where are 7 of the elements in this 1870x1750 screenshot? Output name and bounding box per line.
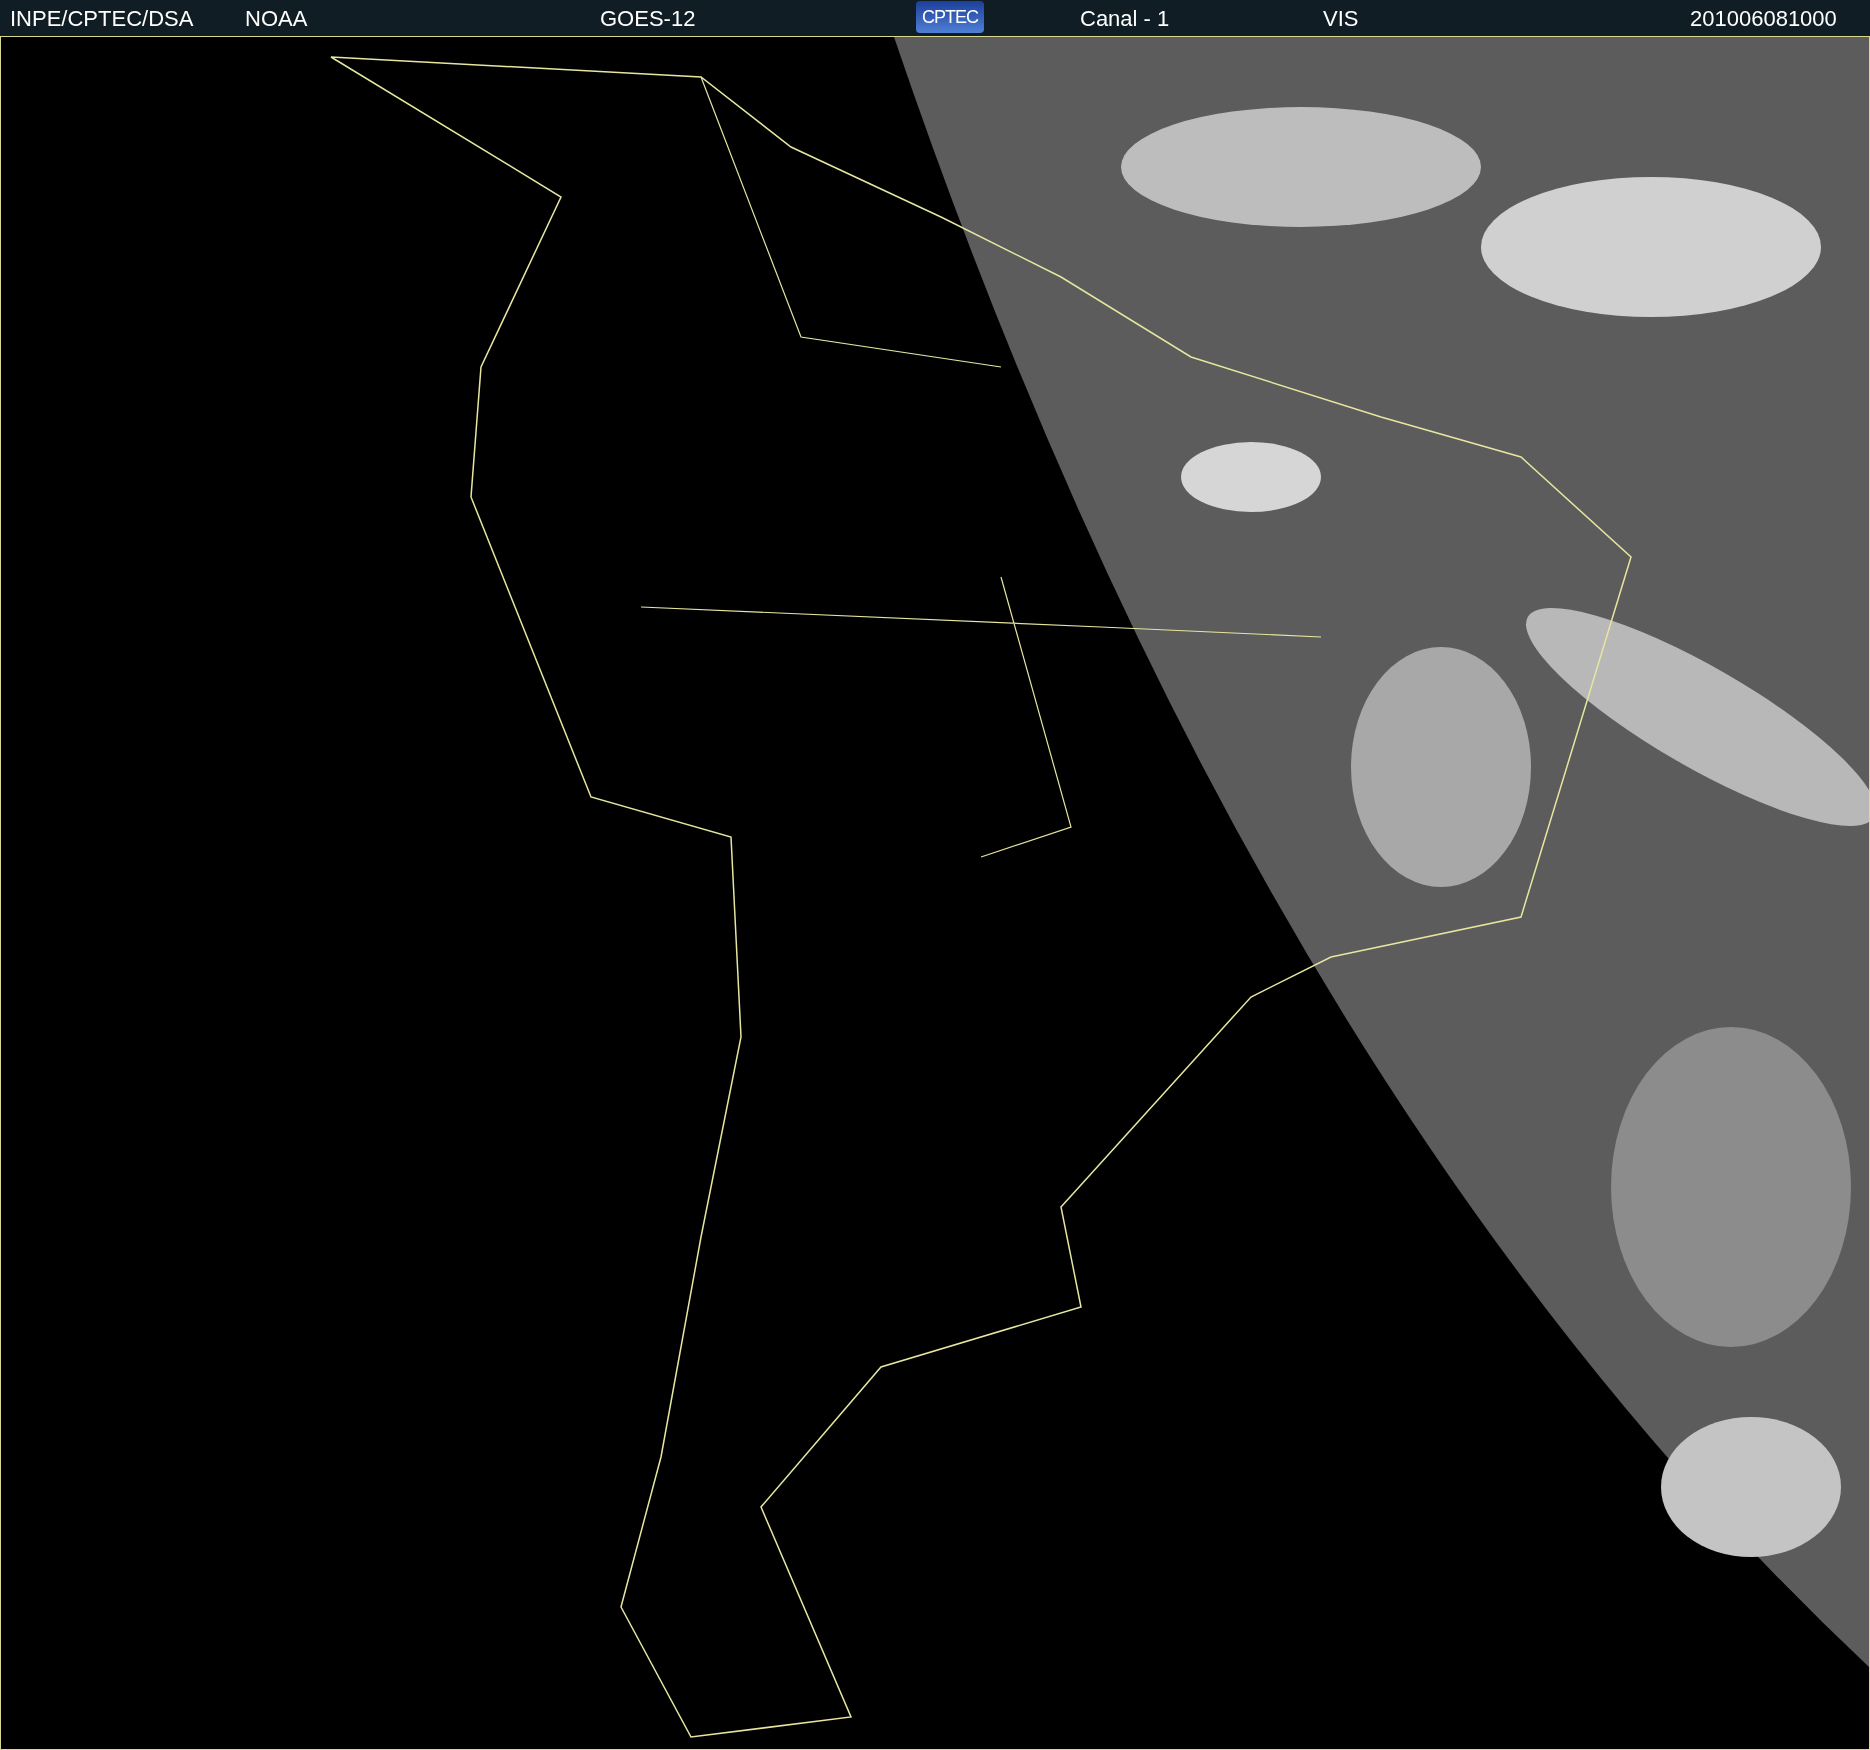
header-label: INPE/CPTEC/DSA (10, 5, 194, 33)
header-label: NOAA (245, 5, 308, 33)
header-label: 201006081000 (1690, 5, 1837, 33)
header-label: VIS (1323, 5, 1359, 33)
header-label: GOES-12 (600, 5, 696, 33)
logo: CPTEC (916, 1, 984, 33)
header-label: Canal - 1 (1080, 5, 1170, 33)
